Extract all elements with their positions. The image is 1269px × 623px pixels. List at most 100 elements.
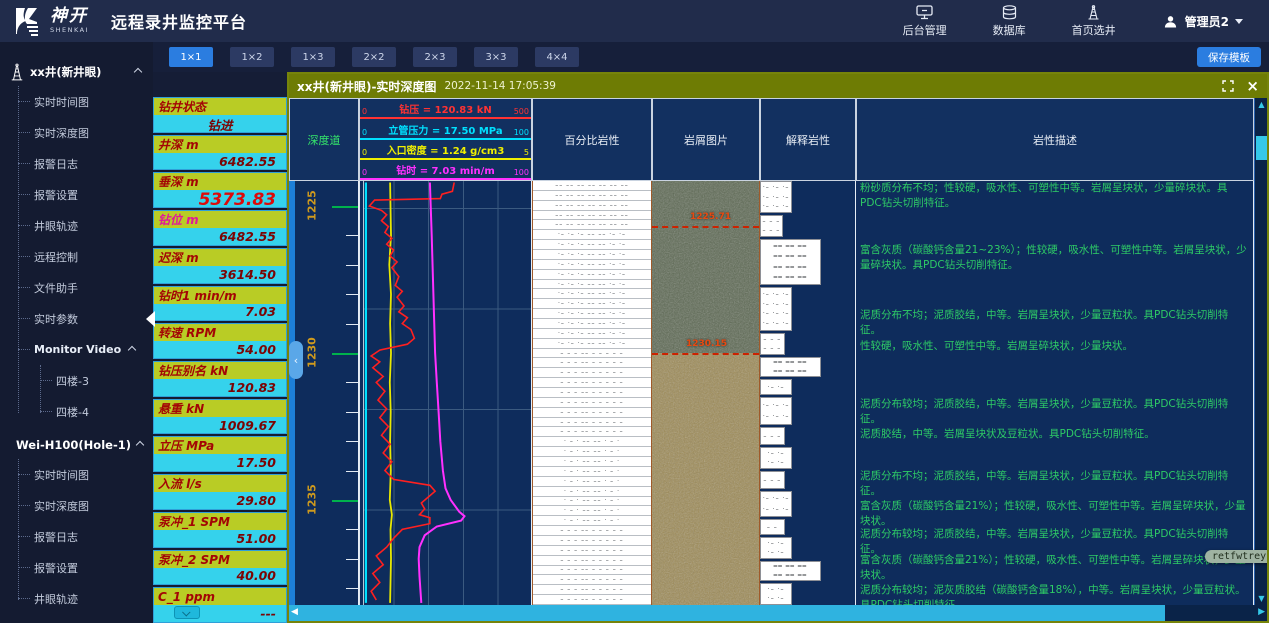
horizontal-scroll-thumb[interactable] <box>289 605 1165 621</box>
sidebar-item-井眼轨迹[interactable]: 井眼轨迹 <box>18 583 153 614</box>
interval-boundary-line <box>652 353 759 355</box>
depth-minor-tick <box>346 412 358 413</box>
interp-lithology-block: ══ ══ ════ ══ ════ ══ ════ ══ ══ <box>760 239 821 285</box>
sidebar-collapse-arrow[interactable] <box>146 311 155 327</box>
sidebar-item-文件助手[interactable]: 文件助手 <box>18 272 153 303</box>
lithology-pattern-row: ·– ·– ·– –– –– ·– ·– <box>533 250 651 260</box>
depth-minor-tick <box>346 235 358 236</box>
nav-admin-label: 后台管理 <box>903 22 947 38</box>
param-label: 转速 RPM <box>154 324 286 341</box>
sidebar-item-四楼-4[interactable]: 四楼-4 <box>40 396 153 427</box>
layout-button-1×3[interactable]: 1×3 <box>291 47 335 67</box>
layout-button-3×3[interactable]: 3×3 <box>474 47 518 67</box>
sidebar-item-label: 实时参数 <box>34 311 78 327</box>
depth-label: 1230 <box>306 336 319 370</box>
scroll-right-arrow[interactable]: ▶ <box>1258 607 1265 617</box>
legend-立管压力: 0立管压力 = 17.50 MPa100 <box>360 119 531 139</box>
layout-button-2×3[interactable]: 2×3 <box>413 47 457 67</box>
depth-major-tick <box>332 500 358 502</box>
brand-logo: 神开 SHENKAI <box>0 6 89 36</box>
param-label: 井深 m <box>154 136 286 153</box>
chevron-down-icon <box>182 608 190 616</box>
sidebar-item-报警日志[interactable]: 报警日志 <box>18 521 153 552</box>
param-value: 40.00 <box>154 568 286 585</box>
depth-minor-tick <box>346 559 358 560</box>
sidebar-item-报警设置[interactable]: 报警设置 <box>18 552 153 583</box>
layout-button-1×2[interactable]: 1×2 <box>230 47 274 67</box>
collapse-chevron-icon[interactable] <box>136 441 144 449</box>
curve-plot <box>359 181 532 605</box>
scroll-up-arrow[interactable]: ▲ <box>1255 98 1268 111</box>
sidebar-item-井眼轨迹[interactable]: 井眼轨迹 <box>18 210 153 241</box>
lithology-pattern-row: –– –– –– –– –– –– –– <box>533 211 651 221</box>
vertical-scroll-thumb[interactable] <box>1256 136 1267 160</box>
avatar-icon <box>1162 14 1179 29</box>
depth-major-tick <box>332 353 358 355</box>
fullscreen-icon[interactable] <box>1222 80 1234 92</box>
interp-pattern-row: – – – <box>761 227 782 234</box>
param-label: 泵冲_2 SPM <box>154 551 286 568</box>
depth-minor-tick <box>346 294 358 295</box>
scroll-left-arrow[interactable]: ◀ <box>291 607 298 617</box>
close-icon[interactable]: × <box>1246 79 1259 94</box>
interp-pattern-row: ·– ·– ·– <box>761 184 791 191</box>
lithology-pattern-row: · – · –– –– · – · <box>533 437 651 447</box>
lithology-pattern-row: ·– ·– ·– –– –– ·– ·– <box>533 240 651 250</box>
nav-database[interactable]: 数据库 <box>993 5 1026 38</box>
sidebar-item-四楼-3[interactable]: 四楼-3 <box>40 365 153 396</box>
interp-lithology-block: ══ ══ ════ ══ ══ <box>760 357 821 377</box>
layout-button-2×2[interactable]: 2×2 <box>352 47 396 67</box>
collapse-chevron-icon[interactable] <box>134 68 142 76</box>
interp-pattern-row: ══ ══ ══ <box>761 253 820 260</box>
layout-button-4×4[interactable]: 4×4 <box>535 47 579 67</box>
param-井深 m: 井深 m6482.55 <box>153 135 287 171</box>
nav-home-select[interactable]: 首页选井 <box>1072 5 1116 38</box>
sidebar-item-label: 报警日志 <box>34 529 78 545</box>
collapse-chevron-icon[interactable] <box>128 345 136 353</box>
legend-text: 钻压 = 120.83 kN <box>399 101 491 116</box>
user-menu[interactable]: 管理员2 <box>1162 13 1243 30</box>
sidebar-item-实时深度图[interactable]: 实时深度图 <box>18 117 153 148</box>
interp-pattern-row: ·– ·– ·– <box>761 506 791 513</box>
param-label: 立压 MPa <box>154 437 286 454</box>
sidebar-item-实时深度图[interactable]: 实时深度图 <box>18 490 153 521</box>
vertical-scrollbar[interactable]: ▲ ▼ <box>1254 98 1267 605</box>
curve-track <box>359 181 532 605</box>
lithology-pattern-row: – – – –– – – – – – <box>533 526 651 536</box>
nav-admin[interactable]: 后台管理 <box>903 5 947 38</box>
shenkai-logo-icon <box>12 6 42 36</box>
param-value: --- <box>154 605 286 622</box>
scroll-down-arrow[interactable]: ▼ <box>1255 592 1268 605</box>
lithology-pattern-row: – – – –– – – – – – <box>533 536 651 546</box>
collapse-handle[interactable]: ‹ <box>289 341 303 379</box>
param-value: 54.00 <box>154 341 286 358</box>
param-泵冲_2 SPM: 泵冲_2 SPM40.00 <box>153 550 287 586</box>
well-node-0[interactable]: xx井(新井眼) <box>0 54 153 86</box>
layout-button-1×1[interactable]: 1×1 <box>169 47 213 67</box>
sidebar-item-报警日志[interactable]: 报警日志 <box>18 148 153 179</box>
well-node-1[interactable]: Wei-H100(Hole-1) <box>0 427 153 459</box>
sidebar-item-实时参数[interactable]: 实时参数 <box>18 303 153 334</box>
sidebar-item-实时时间图[interactable]: 实时时间图 <box>18 86 153 117</box>
save-template-button[interactable]: 保存模板 <box>1197 47 1261 67</box>
sidebar-item-Monitor Video[interactable]: Monitor Video <box>18 334 153 365</box>
track-header-band: 深度道 0钻压 = 120.83 kN5000立管压力 = 17.50 MPa1… <box>289 98 1267 181</box>
lithology-pattern-row: – – – –– – – – – – <box>533 546 651 556</box>
sidebar-item-实时时间图[interactable]: 实时时间图 <box>18 459 153 490</box>
param-dropdown-button[interactable] <box>174 606 200 619</box>
depth-major-tick <box>332 206 358 208</box>
sidebar-item-远程控制[interactable]: 远程控制 <box>18 241 153 272</box>
param-value: 6482.55 <box>154 228 286 245</box>
param-value: 3614.50 <box>154 266 286 283</box>
param-悬重 kN: 悬重 kN1009.67 <box>153 399 287 435</box>
sidebar-item-报警设置[interactable]: 报警设置 <box>18 179 153 210</box>
left-scroll-strip[interactable] <box>289 181 295 605</box>
horizontal-scrollbar[interactable]: ◀ ▶ <box>289 605 1267 621</box>
param-value: 5373.83 <box>154 190 286 208</box>
param-label: 悬重 kN <box>154 400 286 417</box>
interp-pattern-row: ·– ·– ·– <box>761 320 791 327</box>
lithology-description: 泥质分布不均；泥质胶结，中等。岩屑呈块状，少量豆粒状。具PDC钻头切削特征。 <box>860 469 1247 499</box>
sub-items: 四楼-3四楼-4 <box>40 365 153 427</box>
lithology-description: 泥质分布较均；泥灰质胶结（碳酸钙含量18%），中等。岩屑呈块状，少量豆粒状。具P… <box>860 583 1247 605</box>
lithology-description: 性较硬，吸水性、可塑性中等。岩屑呈碎块状，少量块状。 <box>860 339 1247 354</box>
